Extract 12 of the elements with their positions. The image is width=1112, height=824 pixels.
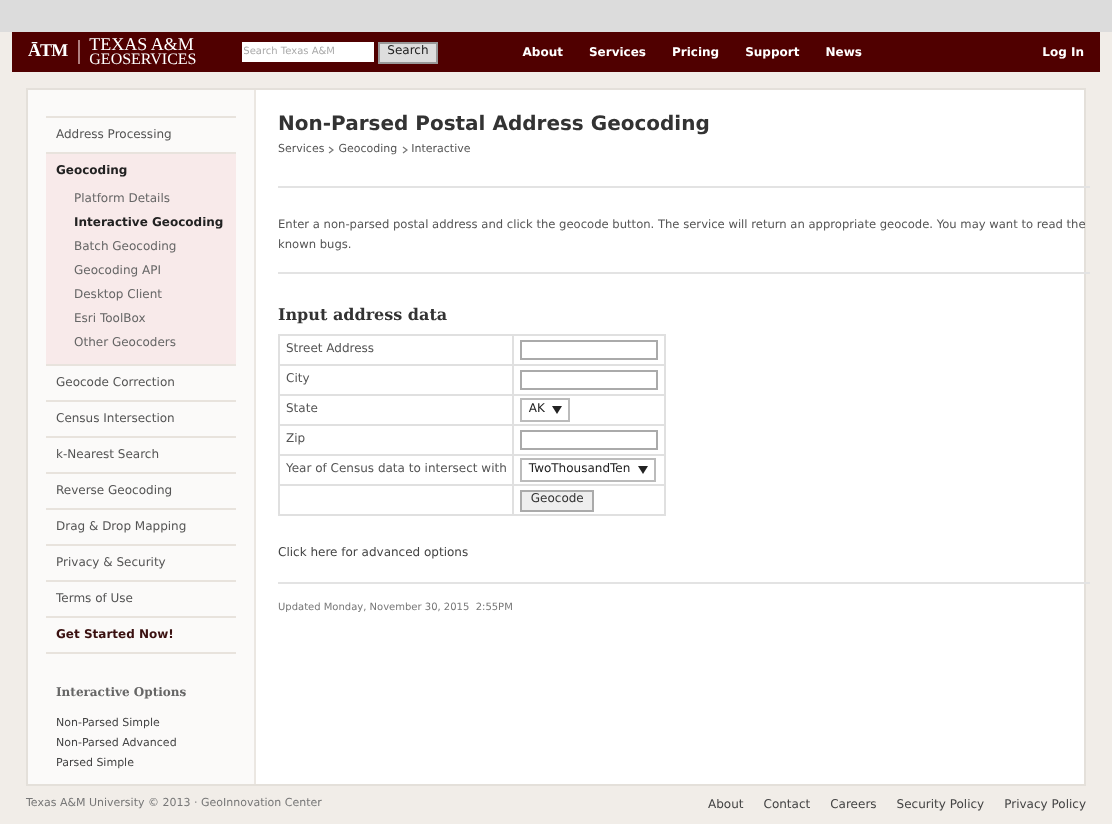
page-title: Non-Parsed Postal Address Geocoding [278,114,712,138]
text-field[interactable] [520,370,659,391]
text-field[interactable] [520,340,659,361]
chevron-icon [328,146,335,155]
chevron-icon [401,146,408,155]
logo-mark[interactable]: ĀTM [28,38,68,66]
form-title: Input address data [278,302,450,327]
text-field[interactable] [520,430,659,451]
logo-text[interactable]: GEOSERVICES [89,52,238,66]
caret-icon [638,466,649,475]
caret-icon [552,406,563,415]
logo-text[interactable]: TEXAS A&M [89,38,238,52]
